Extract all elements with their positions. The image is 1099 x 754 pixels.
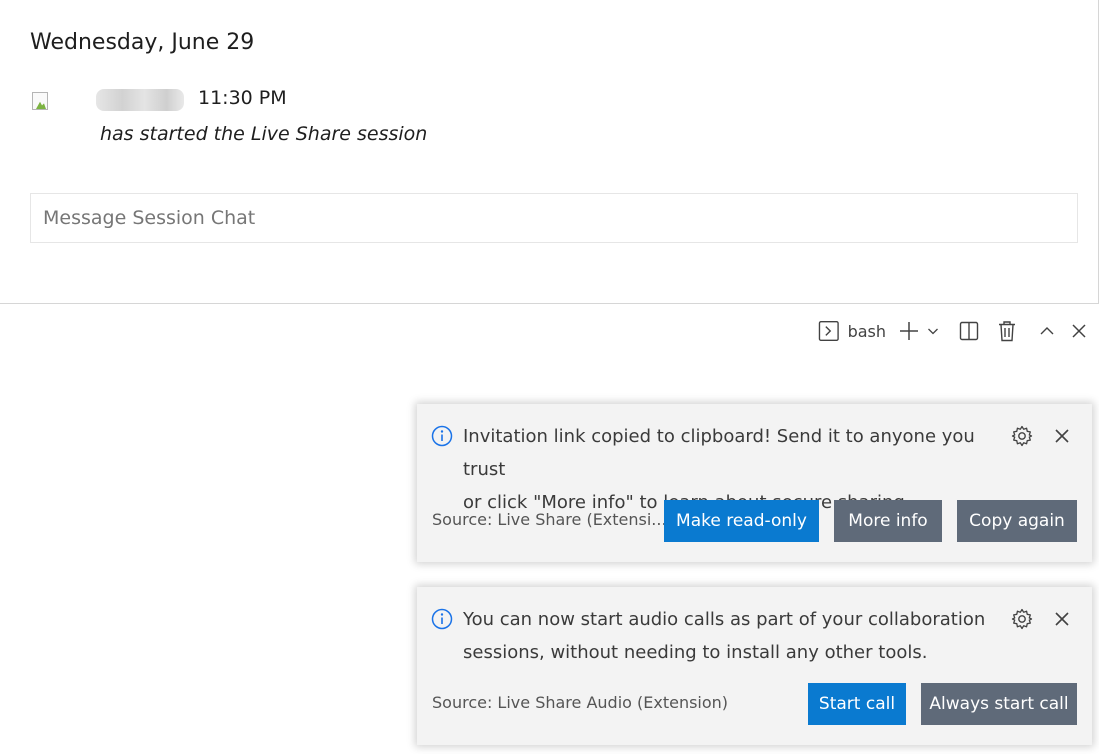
terminal-selector[interactable]: bash [818,316,886,346]
date-heading: Wednesday, June 29 [30,30,255,55]
plus-icon [900,322,918,340]
notification-source: Source: Live Share Audio (Extension) [432,693,729,712]
close-notification-icon[interactable] [1053,427,1071,445]
always-start-call-button[interactable]: Always start call [921,683,1077,725]
new-terminal-button[interactable] [898,316,920,346]
split-icon [959,321,979,341]
close-panel-button[interactable] [1068,316,1090,346]
copy-again-button[interactable]: Copy again [957,500,1077,542]
notification-audio: You can now start audio calls as part of… [417,587,1092,745]
chevron-up-icon [1040,327,1054,335]
message-text: has started the Live Share session [100,123,428,145]
terminal-toolbar: bash [0,316,1099,346]
close-notification-icon[interactable] [1053,610,1071,628]
gear-icon[interactable] [1011,608,1033,630]
terminal-dropdown-button[interactable] [924,316,942,346]
kill-terminal-button[interactable] [995,316,1019,346]
close-icon [1072,324,1086,338]
message-input[interactable] [30,193,1078,243]
make-read-only-button[interactable]: Make read-only [664,500,819,542]
split-terminal-button[interactable] [957,316,981,346]
info-icon [431,425,453,447]
redacted-username [96,89,184,111]
info-icon [431,608,453,630]
session-chat-panel: Wednesday, June 29 11:30 PM has started … [0,0,1099,304]
shell-label: bash [847,321,886,341]
notification-invitation: Invitation link copied to clipboard! Sen… [417,404,1092,562]
terminal-icon [818,321,839,341]
maximize-panel-button[interactable] [1036,316,1058,346]
notification-message-line: sessions, without needing to install any… [463,642,928,663]
notification-message-line: Invitation link copied to clipboard! Sen… [463,426,975,480]
more-info-button[interactable]: More info [834,500,942,542]
gear-icon[interactable] [1011,425,1033,447]
notification-message-line: You can now start audio calls as part of… [463,609,986,630]
message-time: 11:30 PM [198,87,287,109]
notification-source: Source: Live Share (Extensi... [432,510,667,529]
chevron-down-icon [928,328,938,335]
notification-message: You can now start audio calls as part of… [463,603,1008,669]
avatar [32,92,54,114]
trash-icon [999,321,1015,342]
start-call-button[interactable]: Start call [808,683,906,725]
